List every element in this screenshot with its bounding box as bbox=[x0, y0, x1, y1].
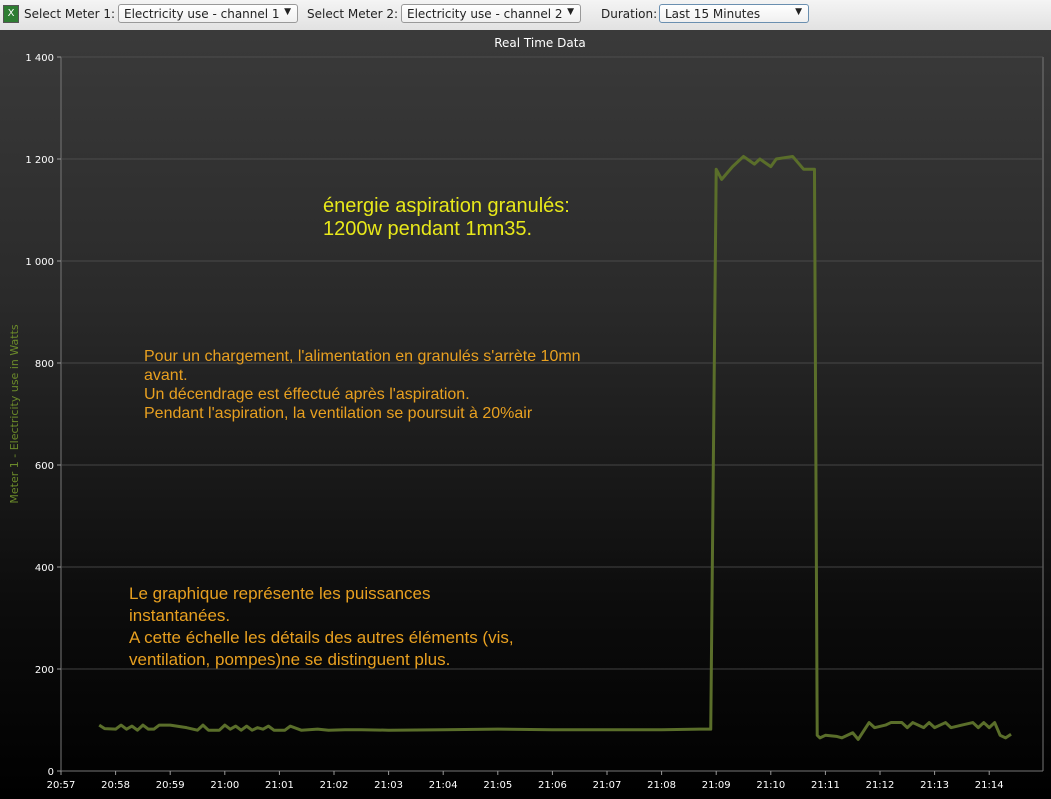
y-tick-label: 200 bbox=[35, 665, 54, 676]
x-tick-label: 21:04 bbox=[429, 780, 458, 791]
chart-title: Real Time Data bbox=[494, 36, 586, 50]
x-tick-label: 21:00 bbox=[210, 780, 239, 791]
x-tick-label: 21:03 bbox=[374, 780, 403, 791]
x-tick-label: 21:01 bbox=[265, 780, 294, 791]
y-tick-label: 800 bbox=[35, 359, 54, 370]
annotation-loading: Pour un chargement, l'alimentation en gr… bbox=[144, 348, 581, 422]
x-tick-label: 20:59 bbox=[156, 780, 185, 791]
x-tick-label: 21:09 bbox=[702, 780, 731, 791]
x-tick-label: 21:08 bbox=[647, 780, 676, 791]
x-tick-label: 21:13 bbox=[920, 780, 949, 791]
x-tick-label: 21:05 bbox=[483, 780, 512, 791]
annotation-energy: énergie aspiration granulés: 1200w penda… bbox=[323, 195, 570, 240]
y-tick-label: 1 000 bbox=[25, 257, 54, 268]
y-axis-label: Meter 1 - Electricity use in Watts bbox=[8, 324, 21, 503]
x-tick-label: 21:14 bbox=[975, 780, 1004, 791]
y-tick-label: 1 400 bbox=[25, 53, 54, 64]
x-tick-label: 21:12 bbox=[866, 780, 895, 791]
x-tick-label: 20:58 bbox=[101, 780, 130, 791]
x-tick-label: 21:10 bbox=[756, 780, 785, 791]
x-tick-label: 21:02 bbox=[320, 780, 349, 791]
annotation-note: Le graphique représente les puissances i… bbox=[129, 584, 514, 669]
y-tick-label: 1 200 bbox=[25, 155, 54, 166]
x-tick-label: 21:06 bbox=[538, 780, 567, 791]
y-tick-label: 600 bbox=[35, 461, 54, 472]
x-tick-label: 20:57 bbox=[47, 780, 76, 791]
y-tick-label: 0 bbox=[48, 767, 54, 778]
y-tick-label: 400 bbox=[35, 563, 54, 574]
x-tick-label: 21:11 bbox=[811, 780, 840, 791]
x-tick-label: 21:07 bbox=[593, 780, 622, 791]
